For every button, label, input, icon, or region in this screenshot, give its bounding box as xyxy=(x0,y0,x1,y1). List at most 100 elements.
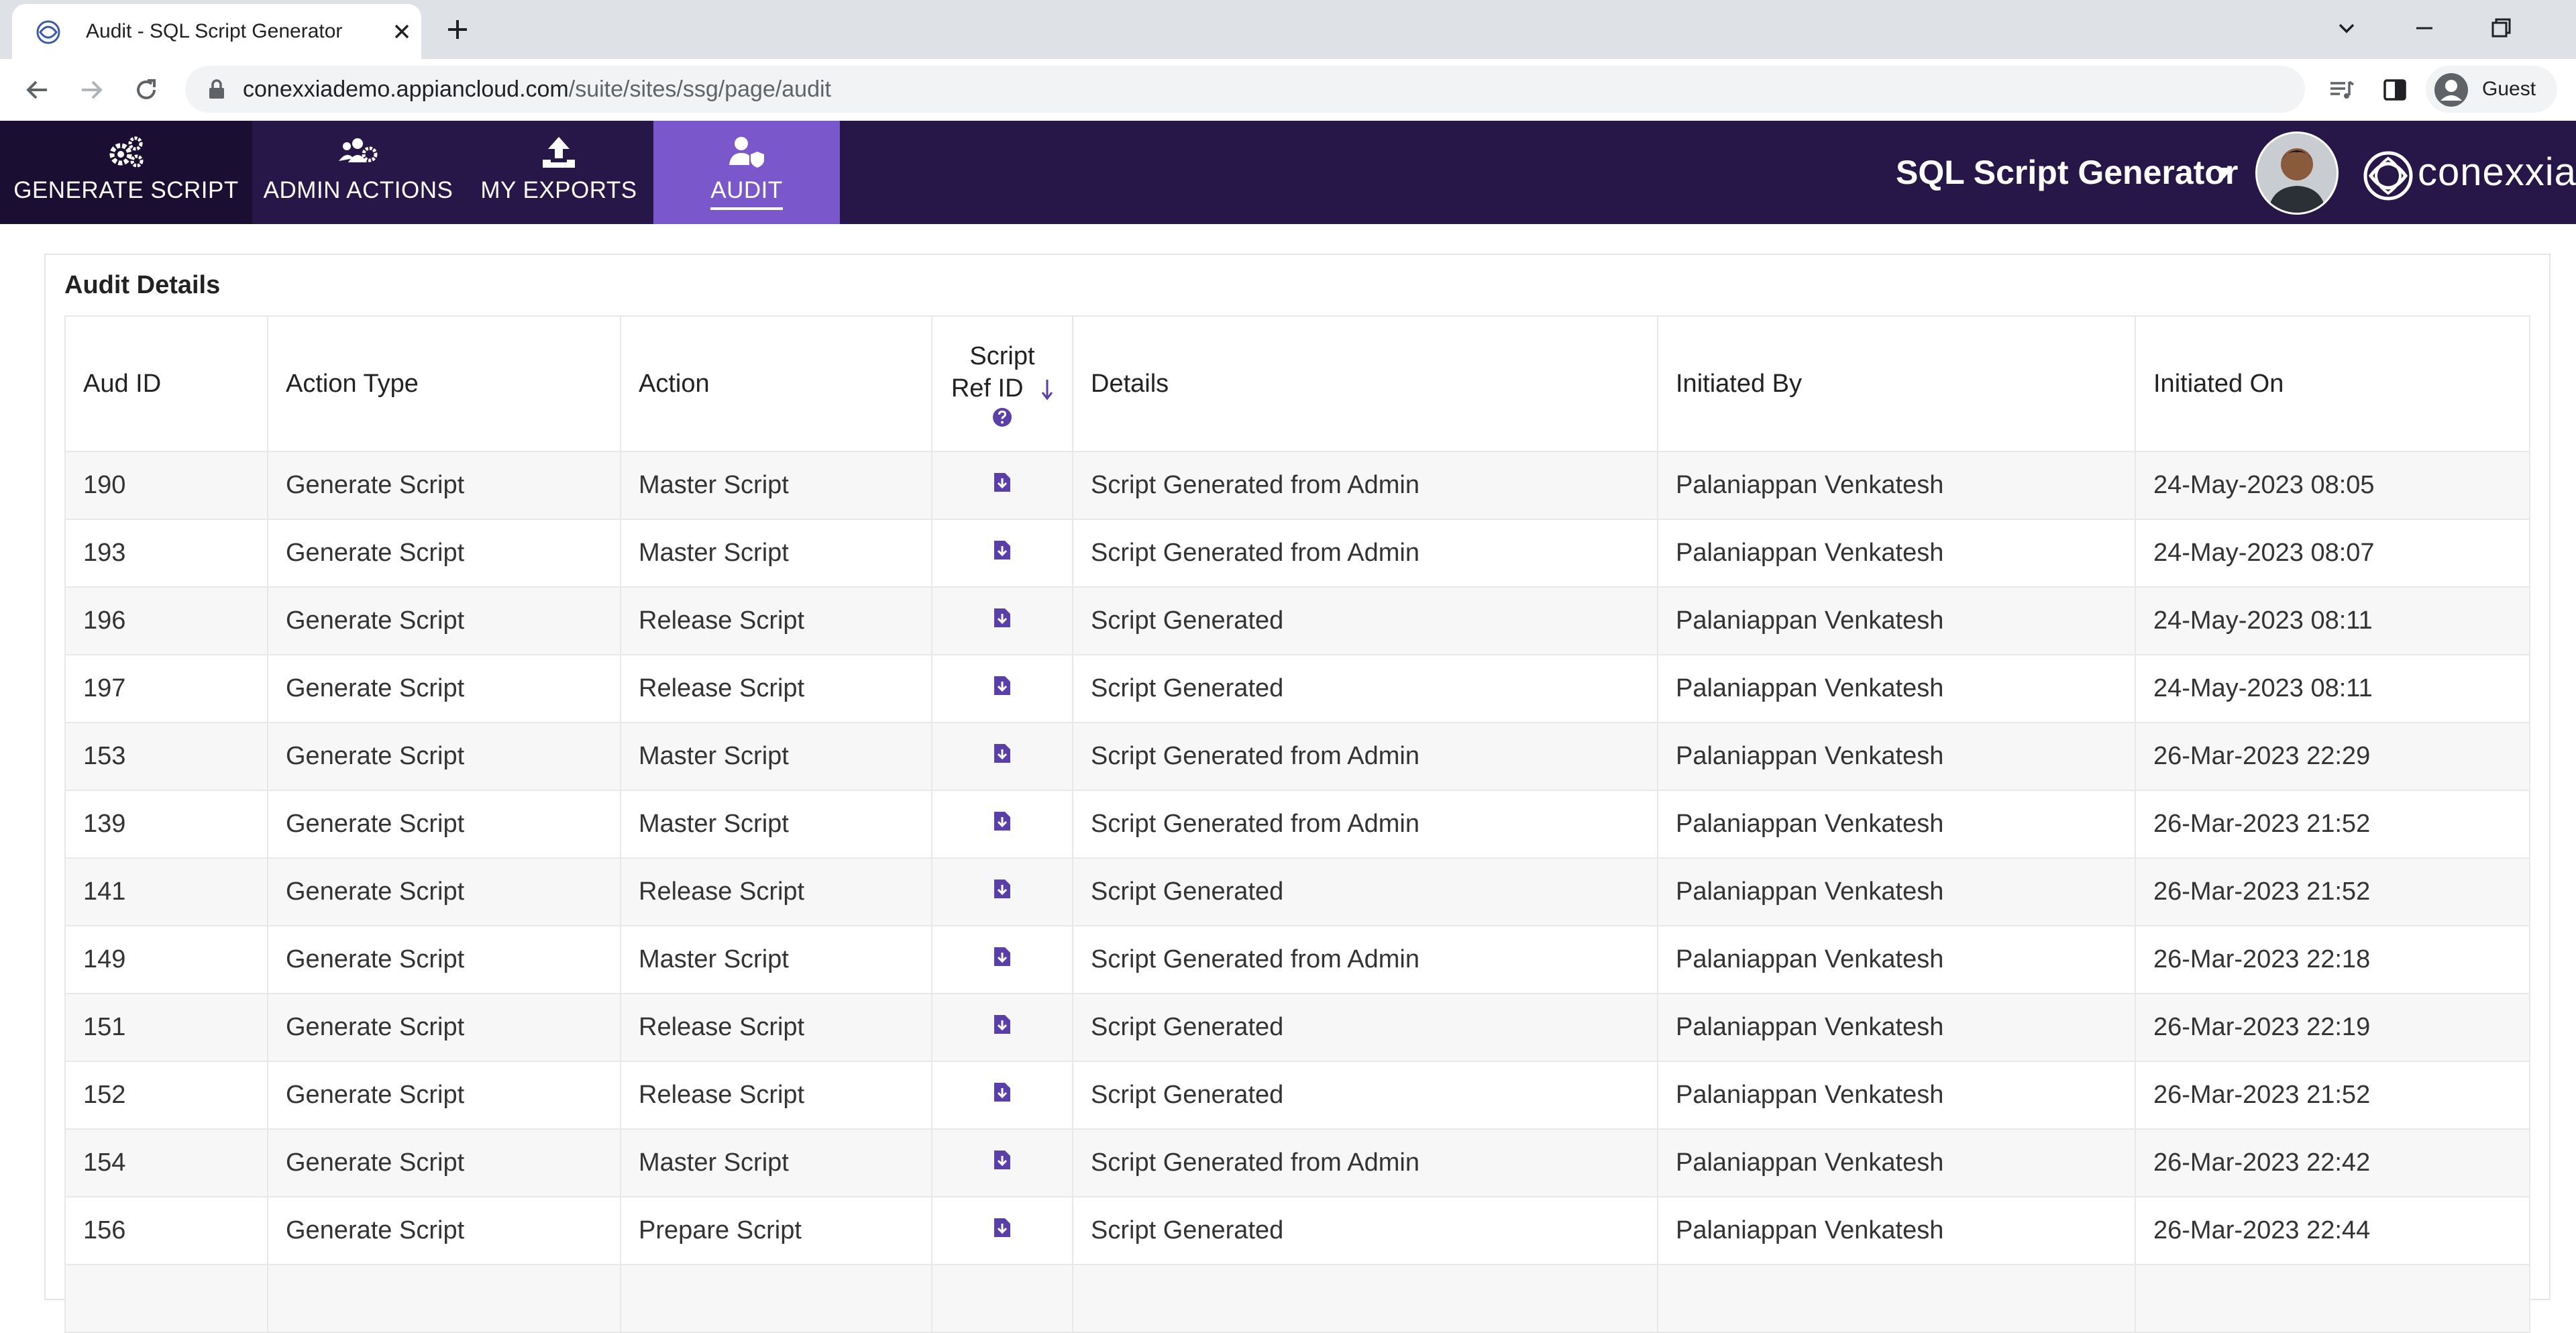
browser-tab-active[interactable]: Audit - SQL Script Generator xyxy=(12,4,421,59)
cell-initiated-by: Palaniappan Venkatesh xyxy=(1657,993,2136,1062)
brand-name: conexxia xyxy=(2418,150,2576,194)
app-header: GENERATE SCRIPT ADMIN ACTIONS MY EXPORTS… xyxy=(0,121,2576,224)
new-tab-plus-icon[interactable] xyxy=(443,15,472,44)
cell-aud-id xyxy=(64,1264,268,1333)
address-bar[interactable]: conexxiademo.appiancloud.com/suite/sites… xyxy=(185,66,2305,113)
cell-initiated-on xyxy=(2135,1264,2530,1333)
cell-aud-id: 151 xyxy=(64,993,268,1062)
side-panel-icon[interactable] xyxy=(2379,74,2411,106)
cell-script-ref xyxy=(931,993,1073,1062)
column-header-action-type[interactable]: Action Type xyxy=(267,315,621,452)
cell-initiated-on: 26-Mar-2023 21:52 xyxy=(2135,1061,2530,1130)
nav-tab-my-exports[interactable]: MY EXPORTS xyxy=(464,121,653,224)
cell-script-ref xyxy=(931,451,1073,520)
profile-button[interactable]: Guest xyxy=(2426,66,2557,113)
file-download-icon[interactable] xyxy=(993,743,1012,764)
cell-action-type: Generate Script xyxy=(267,857,621,926)
file-download-icon[interactable] xyxy=(993,1149,1012,1171)
column-header-initiated-by[interactable]: Initiated By xyxy=(1657,315,2136,452)
audit-details-panel: Audit Details Aud ID Action Type Action … xyxy=(44,254,2551,1333)
column-header-aud-id[interactable]: Aud ID xyxy=(64,315,268,452)
table-row: 156 Generate Script Prepare Script Scrip… xyxy=(64,1196,2530,1265)
cell-script-ref xyxy=(931,1196,1073,1265)
file-download-icon[interactable] xyxy=(993,1014,1012,1035)
cell-action-type: Generate Script xyxy=(267,993,621,1062)
column-header-initiated-on[interactable]: Initiated On xyxy=(2135,315,2530,452)
file-download-icon[interactable] xyxy=(993,675,1012,696)
cell-initiated-on: 26-Mar-2023 22:44 xyxy=(2135,1196,2530,1265)
table-row: 153 Generate Script Master Script Script… xyxy=(64,722,2530,791)
restore-icon[interactable] xyxy=(2486,13,2516,43)
cell-aud-id: 190 xyxy=(64,451,268,520)
file-download-icon[interactable] xyxy=(993,472,1012,493)
cell-action: Master Script xyxy=(620,519,932,588)
cell-action: Release Script xyxy=(620,1061,932,1130)
cell-initiated-on: 24-May-2023 08:05 xyxy=(2135,451,2530,520)
cell-details: Script Generated xyxy=(1072,857,1658,926)
caret-down-icon[interactable] xyxy=(2215,168,2233,178)
cell-initiated-by: Palaniappan Venkatesh xyxy=(1657,722,2136,791)
reading-list-icon[interactable] xyxy=(2325,74,2357,106)
file-download-icon[interactable] xyxy=(993,946,1012,967)
cell-action: Master Script xyxy=(620,451,932,520)
cell-script-ref xyxy=(931,586,1073,655)
url-host: conexxiademo.appiancloud.com xyxy=(243,76,569,102)
cell-action-type: Generate Script xyxy=(267,1061,621,1130)
cell-script-ref xyxy=(931,654,1073,723)
file-download-icon[interactable] xyxy=(993,607,1012,629)
cell-initiated-on: 26-Mar-2023 22:42 xyxy=(2135,1128,2530,1197)
file-download-icon[interactable] xyxy=(993,1217,1012,1238)
column-header-script-ref-id[interactable]: Script Ref ID xyxy=(931,315,1073,452)
forward-arrow-icon[interactable] xyxy=(75,74,107,106)
reload-icon[interactable] xyxy=(130,74,162,106)
sort-descending-arrow-icon[interactable] xyxy=(1041,378,1053,401)
cell-initiated-on: 24-May-2023 08:11 xyxy=(2135,654,2530,723)
url-path: /suite/sites/ssg/page/audit xyxy=(568,76,831,102)
file-download-icon[interactable] xyxy=(993,1081,1012,1103)
file-download-icon[interactable] xyxy=(993,539,1012,561)
guest-avatar-icon xyxy=(2434,73,2468,107)
tab-search-chevron-icon[interactable] xyxy=(2332,13,2361,43)
cell-initiated-by xyxy=(1657,1264,2136,1333)
site-title-dropdown[interactable]: SQL Script Generator xyxy=(1896,121,2238,224)
column-header-action[interactable]: Action xyxy=(620,315,932,452)
cell-initiated-on: 26-Mar-2023 22:29 xyxy=(2135,722,2530,791)
cell-details: Script Generated from Admin xyxy=(1072,925,1658,994)
close-icon[interactable] xyxy=(388,17,416,46)
cell-action-type: Generate Script xyxy=(267,654,621,723)
cell-action: Master Script xyxy=(620,925,932,994)
cell-action-type: Generate Script xyxy=(267,925,621,994)
cell-aud-id: 193 xyxy=(64,519,268,588)
cell-details: Script Generated xyxy=(1072,1196,1658,1265)
cell-aud-id: 156 xyxy=(64,1196,268,1265)
browser-tab-title: Audit - SQL Script Generator xyxy=(86,20,343,42)
cell-script-ref xyxy=(931,519,1073,588)
cell-initiated-by: Palaniappan Venkatesh xyxy=(1657,925,2136,994)
cell-action-type: Generate Script xyxy=(267,519,621,588)
cell-aud-id: 197 xyxy=(64,654,268,723)
cell-details: Script Generated from Admin xyxy=(1072,790,1658,859)
user-avatar[interactable] xyxy=(2255,131,2339,215)
file-download-icon[interactable] xyxy=(993,810,1012,832)
column-header-details[interactable]: Details xyxy=(1072,315,1658,452)
url-text[interactable]: conexxiademo.appiancloud.com/suite/sites… xyxy=(243,66,831,113)
cell-details: Script Generated from Admin xyxy=(1072,722,1658,791)
cell-action: Master Script xyxy=(620,1128,932,1197)
file-download-icon[interactable] xyxy=(993,878,1012,900)
nav-tab-audit[interactable]: AUDIT xyxy=(653,121,840,224)
profile-label: Guest xyxy=(2482,78,2536,100)
nav-tab-admin-actions[interactable]: ADMIN ACTIONS xyxy=(252,121,464,224)
cell-script-ref xyxy=(931,1128,1073,1197)
table-row: 152 Generate Script Release Script Scrip… xyxy=(64,1061,2530,1130)
minimize-icon[interactable] xyxy=(2410,13,2439,43)
cell-aud-id: 149 xyxy=(64,925,268,994)
cell-details xyxy=(1072,1264,1658,1333)
help-question-icon[interactable] xyxy=(992,407,1012,427)
cell-action: Master Script xyxy=(620,790,932,859)
lock-icon[interactable] xyxy=(207,78,227,100)
cell-action: Release Script xyxy=(620,993,932,1062)
back-arrow-icon[interactable] xyxy=(21,74,54,106)
nav-tab-generate-script[interactable]: GENERATE SCRIPT xyxy=(0,121,252,224)
cell-initiated-by: Palaniappan Venkatesh xyxy=(1657,519,2136,588)
cell-action-type: Generate Script xyxy=(267,1196,621,1265)
